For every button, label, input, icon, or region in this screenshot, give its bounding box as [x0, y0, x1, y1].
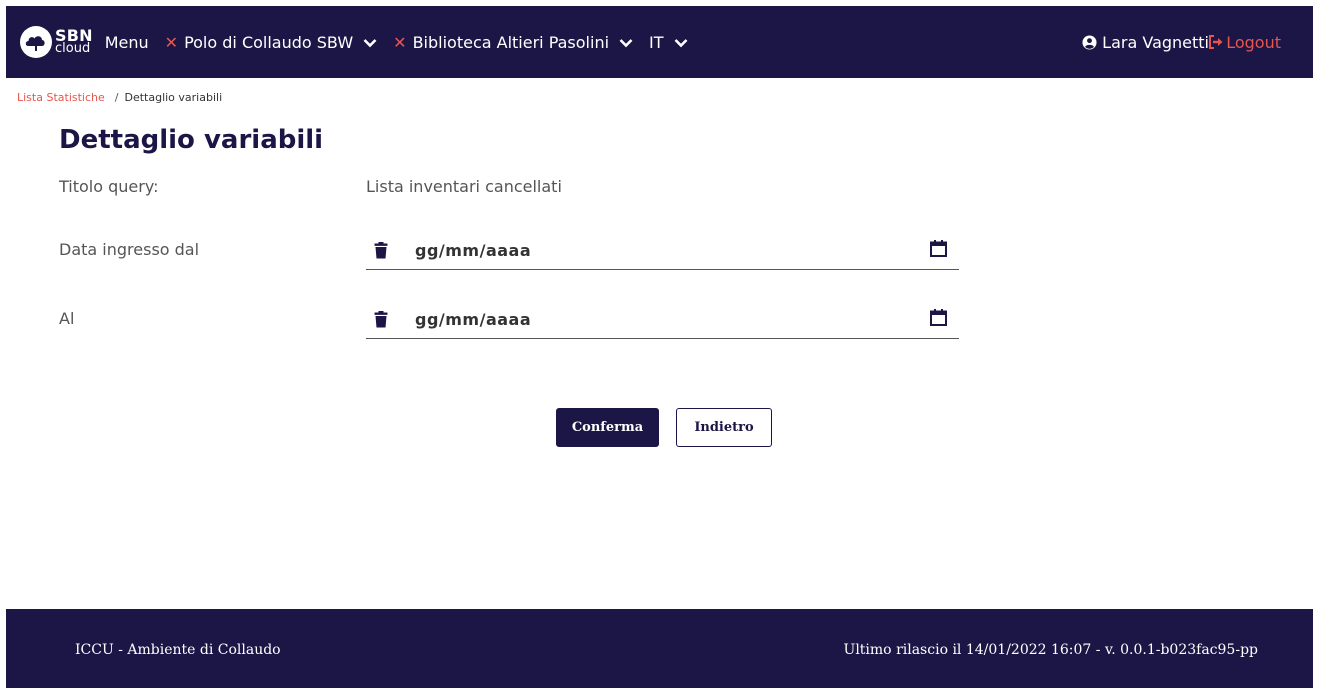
calendar-icon[interactable]	[930, 309, 947, 326]
logout-icon	[1209, 35, 1223, 49]
polo-label: Polo di Collaudo SBW	[184, 32, 354, 52]
user-profile[interactable]: Lara Vagnetti	[1082, 6, 1209, 78]
footer: ICCU - Ambiente di Collaudo Ultimo rilas…	[6, 609, 1313, 688]
chevron-down-icon	[363, 33, 377, 52]
logo-text-cloud: cloud	[55, 41, 91, 56]
polo-selector[interactable]: ✕ Polo di Collaudo SBW	[165, 33, 378, 52]
user-circle-icon	[1082, 34, 1097, 50]
date-to-input[interactable]: gg/mm/aaaa	[415, 310, 531, 329]
breadcrumb-separator: /	[114, 91, 119, 104]
date-to-label: Al	[59, 309, 75, 328]
breadcrumb-current: Dettaglio variabili	[124, 91, 223, 104]
sbn-cloud-logo[interactable]: SBN cloud	[19, 25, 93, 59]
chevron-down-icon	[619, 33, 633, 52]
trash-icon[interactable]	[374, 242, 388, 259]
breadcrumb-link-lista-statistiche[interactable]: Lista Statistiche	[17, 91, 105, 104]
close-icon[interactable]: ✕	[393, 33, 406, 52]
logout-button[interactable]: Logout	[1208, 6, 1281, 78]
language-label: IT	[649, 32, 664, 52]
query-title-label: Titolo query:	[59, 177, 159, 196]
confirm-button[interactable]: Conferma	[556, 408, 659, 447]
logout-label: Logout	[1226, 32, 1281, 52]
menu-button[interactable]: Menu	[105, 33, 149, 52]
breadcrumb: Lista Statistiche / Dettaglio variabili	[17, 91, 222, 104]
date-from-label: Data ingresso dal	[59, 240, 200, 259]
cloud-logo-icon	[20, 26, 52, 58]
top-navbar: SBN cloud Menu ✕ Polo di Collaudo SBW ✕ …	[6, 6, 1313, 78]
footer-release-info: Ultimo rilascio il 14/01/2022 16:07 - v.…	[843, 642, 1258, 658]
chevron-down-icon	[674, 33, 688, 52]
back-button[interactable]: Indietro	[676, 408, 772, 447]
date-from-input[interactable]: gg/mm/aaaa	[415, 241, 531, 260]
close-icon[interactable]: ✕	[165, 33, 178, 52]
date-to-field[interactable]: gg/mm/aaaa	[366, 301, 959, 339]
trash-icon[interactable]	[374, 311, 388, 328]
calendar-icon[interactable]	[930, 240, 947, 257]
menu-label: Menu	[104, 32, 149, 52]
biblioteca-selector[interactable]: ✕ Biblioteca Altieri Pasolini	[393, 33, 633, 52]
page-title: Dettaglio variabili	[59, 125, 324, 155]
query-title-value: Lista inventari cancellati	[366, 177, 562, 196]
language-selector[interactable]: IT	[649, 33, 688, 52]
date-from-field[interactable]: gg/mm/aaaa	[366, 232, 959, 270]
footer-environment: ICCU - Ambiente di Collaudo	[75, 642, 281, 658]
biblioteca-label: Biblioteca Altieri Pasolini	[412, 32, 610, 52]
user-name: Lara Vagnetti	[1102, 32, 1209, 52]
